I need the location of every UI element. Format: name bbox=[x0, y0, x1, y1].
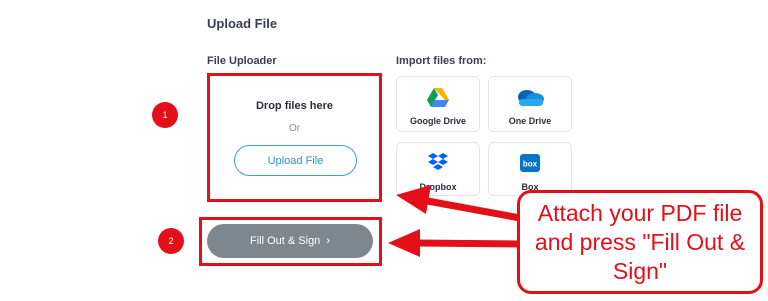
arrow-to-button bbox=[388, 229, 521, 257]
arrow-to-dropzone bbox=[396, 185, 521, 222]
instruction-callout: Attach your PDF file and press "Fill Out… bbox=[517, 190, 763, 294]
